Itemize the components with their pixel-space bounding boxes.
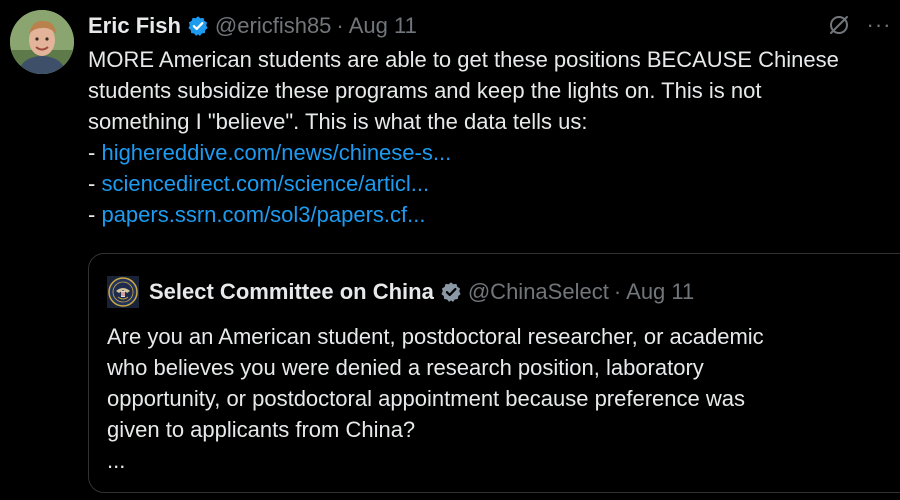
quoted-tweet-card[interactable]: Select Committee on China @ChinaSelect ·…: [88, 253, 900, 493]
congressional-seal-avatar-icon[interactable]: [107, 276, 139, 308]
quoted-tweet-header: Select Committee on China @ChinaSelect ·…: [107, 276, 694, 308]
author-avatar[interactable]: [10, 10, 74, 74]
quoted-text-line: Are you an American student, postdoctora…: [107, 324, 764, 349]
verified-badge-icon: [440, 281, 462, 303]
tweet-text-line: something I "believe". This is what the …: [88, 109, 588, 134]
link-bullet: -: [88, 202, 102, 227]
tweet-actions: ···: [826, 12, 892, 38]
tweet-header: Eric Fish @ericfish85 · Aug 11: [88, 10, 417, 42]
link-bullet: -: [88, 171, 102, 196]
tweet-text-line: MORE American students are able to get t…: [88, 47, 839, 72]
quoted-tweet-date[interactable]: Aug 11: [626, 279, 694, 305]
link-ssrn[interactable]: papers.ssrn.com/sol3/papers.cf...: [101, 202, 425, 227]
link-sciencedirect[interactable]: sciencedirect.com/science/articl...: [101, 171, 429, 196]
separator-dot: ·: [336, 13, 344, 38]
link-line: - sciencedirect.com/science/articl...: [88, 168, 900, 199]
tweet-date[interactable]: Aug 11: [349, 13, 417, 39]
separator-dot: ·: [613, 279, 622, 304]
quoted-text-line: opportunity, or postdoctoral appointment…: [107, 386, 745, 411]
grok-icon[interactable]: [826, 12, 852, 38]
tweet-text-line: students subsidize these programs and ke…: [88, 78, 762, 103]
author-name[interactable]: Eric Fish: [88, 13, 181, 39]
verified-badge-icon: [187, 15, 209, 37]
link-bullet: -: [88, 140, 102, 165]
author-handle[interactable]: @ericfish85: [215, 13, 332, 39]
link-line: - highereddive.com/news/chinese-s...: [88, 137, 900, 168]
quoted-author-name[interactable]: Select Committee on China: [149, 279, 434, 305]
quoted-author-handle[interactable]: @ChinaSelect: [468, 279, 609, 305]
link-line: - papers.ssrn.com/sol3/papers.cf...: [88, 199, 900, 230]
quoted-tweet-text: Are you an American student, postdoctora…: [107, 321, 900, 476]
quoted-text-line: given to applicants from China?: [107, 417, 416, 442]
tweet-text: MORE American students are able to get t…: [88, 44, 900, 230]
quoted-text-line: who believes you were denied a research …: [107, 355, 704, 380]
link-highereddive[interactable]: highereddive.com/news/chinese-s...: [101, 140, 451, 165]
user-photo-avatar-icon: [10, 10, 74, 74]
quoted-text-ellipsis: ...: [107, 448, 126, 473]
more-options-icon[interactable]: ···: [866, 12, 892, 38]
